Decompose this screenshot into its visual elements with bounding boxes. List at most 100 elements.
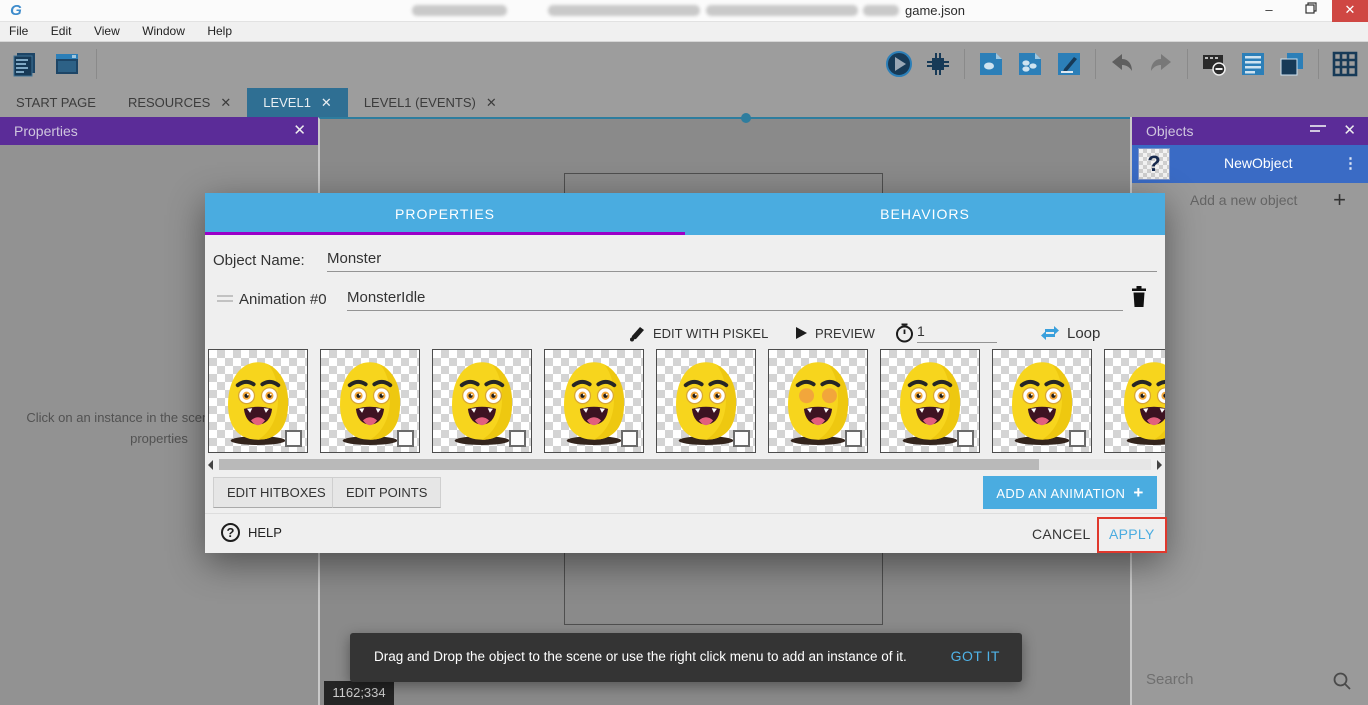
edit-hitboxes-button[interactable]: EDIT HITBOXES xyxy=(213,477,340,508)
redacted-title-text xyxy=(863,5,899,16)
redacted-title-text xyxy=(548,5,700,16)
cancel-button[interactable]: CANCEL xyxy=(1032,526,1091,542)
dialog-footer: ? HELP CANCEL APPLY xyxy=(205,513,1165,553)
dialog-tab-behaviors[interactable]: BEHAVIORS xyxy=(685,193,1165,235)
preview-animation-button[interactable]: PREVIEW xyxy=(795,321,875,345)
close-icon[interactable]: ✕ xyxy=(1343,117,1356,145)
animation-frame-4[interactable] xyxy=(656,349,756,453)
time-between-frames xyxy=(895,321,914,345)
animation-frame-3[interactable] xyxy=(544,349,644,453)
apply-button[interactable]: APPLY xyxy=(1109,526,1155,542)
toolbar-separator xyxy=(1318,49,1319,79)
window-title-filename: game.json xyxy=(905,3,965,18)
tab-level1-events[interactable]: LEVEL1 (EVENTS) ✕ xyxy=(348,88,513,117)
edit-object-icon[interactable] xyxy=(974,47,1008,81)
debug-icon[interactable] xyxy=(921,47,955,81)
app-window: G game.json – ✕ File Edit View Window He… xyxy=(0,0,1368,705)
dialog-tab-properties[interactable]: PROPERTIES xyxy=(205,193,685,235)
tab-level1[interactable]: LEVEL1 ✕ xyxy=(247,88,348,117)
object-list-item-newobject[interactable]: ? NewObject ⋮ xyxy=(1132,145,1368,183)
menu-view[interactable]: View xyxy=(85,22,129,40)
scroll-left-arrow-icon[interactable] xyxy=(208,460,213,470)
toolbar-separator xyxy=(1187,49,1188,79)
animation-drag-handle-icon[interactable] xyxy=(217,295,233,305)
snackbar-got-it-button[interactable]: GOT IT xyxy=(951,648,1000,664)
search-icon xyxy=(1332,671,1352,691)
edit-object-groups-icon[interactable] xyxy=(1013,47,1047,81)
animation-frame-0[interactable] xyxy=(208,349,308,453)
project-manager-icon[interactable] xyxy=(8,47,42,81)
add-object-plus-icon[interactable]: + xyxy=(1333,187,1346,213)
delete-animation-button[interactable] xyxy=(1129,285,1153,311)
preview-play-icon[interactable] xyxy=(882,47,916,81)
help-button[interactable]: ? HELP xyxy=(221,523,282,542)
filter-icon[interactable] xyxy=(1310,125,1326,137)
scrollbar-track[interactable] xyxy=(219,459,1151,470)
time-between-frames-input[interactable]: 1 xyxy=(917,319,997,343)
redacted-title-text xyxy=(706,5,858,16)
scroll-right-arrow-icon[interactable] xyxy=(1157,460,1162,470)
frames-scrollbar[interactable] xyxy=(205,459,1165,471)
tab-close-icon[interactable]: ✕ xyxy=(486,95,497,111)
tab-close-icon[interactable]: ✕ xyxy=(220,95,231,111)
object-name-input[interactable]: Monster xyxy=(327,246,1157,272)
redacted-title-text xyxy=(412,5,507,16)
tab-close-icon[interactable]: ✕ xyxy=(321,95,332,111)
animation-index-label: Animation #0 xyxy=(239,291,327,308)
menu-help[interactable]: Help xyxy=(198,22,241,40)
animation-frame-7[interactable] xyxy=(992,349,1092,453)
undo-icon[interactable] xyxy=(1105,47,1139,81)
loop-toggle[interactable]: Loop xyxy=(1040,321,1100,345)
animation-frame-8[interactable] xyxy=(1104,349,1165,453)
object-editor-dialog: PROPERTIES BEHAVIORS Object Name: Monste… xyxy=(205,193,1165,553)
grid-icon[interactable] xyxy=(1328,47,1362,81)
close-button[interactable]: ✕ xyxy=(1332,0,1368,22)
play-icon xyxy=(795,326,808,340)
apply-highlight-annotation: APPLY xyxy=(1097,517,1167,553)
editor-tab-bar: START PAGE RESOURCES ✕ LEVEL1 ✕ LEVEL1 (… xyxy=(0,88,1368,117)
trash-icon xyxy=(1129,285,1149,309)
selection-handle[interactable] xyxy=(741,113,751,123)
animation-frame-5[interactable] xyxy=(768,349,868,453)
layers-icon[interactable] xyxy=(1275,47,1309,81)
object-menu-kebab-icon[interactable]: ⋮ xyxy=(1343,154,1358,172)
toolbar: 1:1 xyxy=(0,42,1368,88)
restore-icon xyxy=(1305,2,1317,14)
frame-corner-box xyxy=(1069,430,1086,447)
restore-button[interactable] xyxy=(1294,0,1328,22)
add-object-row[interactable]: Add a new object + xyxy=(1132,183,1368,217)
edit-with-piskel-button[interactable]: EDIT WITH PISKEL xyxy=(629,321,768,345)
menu-file[interactable]: File xyxy=(0,22,37,40)
edit-points-button[interactable]: EDIT POINTS xyxy=(332,477,441,508)
redo-icon[interactable] xyxy=(1144,47,1178,81)
frame-corner-box xyxy=(845,430,862,447)
menu-window[interactable]: Window xyxy=(133,22,194,40)
remove-instances-icon[interactable] xyxy=(1197,47,1231,81)
objects-panel-header: Objects ✕ xyxy=(1132,117,1368,145)
minimize-button[interactable]: – xyxy=(1252,0,1286,22)
frame-corner-box xyxy=(397,430,414,447)
animation-frame-1[interactable] xyxy=(320,349,420,453)
frame-corner-box xyxy=(509,430,526,447)
edit-scene-properties-icon[interactable] xyxy=(1052,47,1086,81)
toolbar-separator xyxy=(96,49,97,79)
scrollbar-thumb[interactable] xyxy=(219,459,1039,470)
add-animation-button[interactable]: ADD AN ANIMATION+ xyxy=(983,476,1157,509)
frame-corner-box xyxy=(957,430,974,447)
plus-icon: + xyxy=(1133,483,1143,502)
objects-search-input[interactable] xyxy=(1146,671,1316,688)
snackbar-message: Drag and Drop the object to the scene or… xyxy=(374,649,907,664)
animation-name-input[interactable]: MonsterIdle xyxy=(347,285,1123,311)
animation-frames xyxy=(208,349,1165,455)
menu-bar: File Edit View Window Help xyxy=(0,22,1368,42)
tab-start-page[interactable]: START PAGE xyxy=(0,88,112,117)
animation-frame-6[interactable] xyxy=(880,349,980,453)
tab-resources[interactable]: RESOURCES ✕ xyxy=(112,88,247,117)
animation-frame-2[interactable] xyxy=(432,349,532,453)
close-icon[interactable]: ✕ xyxy=(293,117,306,145)
start-page-icon[interactable] xyxy=(50,47,84,81)
toolbar-separator xyxy=(1095,49,1096,79)
menu-edit[interactable]: Edit xyxy=(42,22,81,40)
instances-list-icon[interactable] xyxy=(1236,47,1270,81)
loop-icon xyxy=(1040,324,1060,342)
